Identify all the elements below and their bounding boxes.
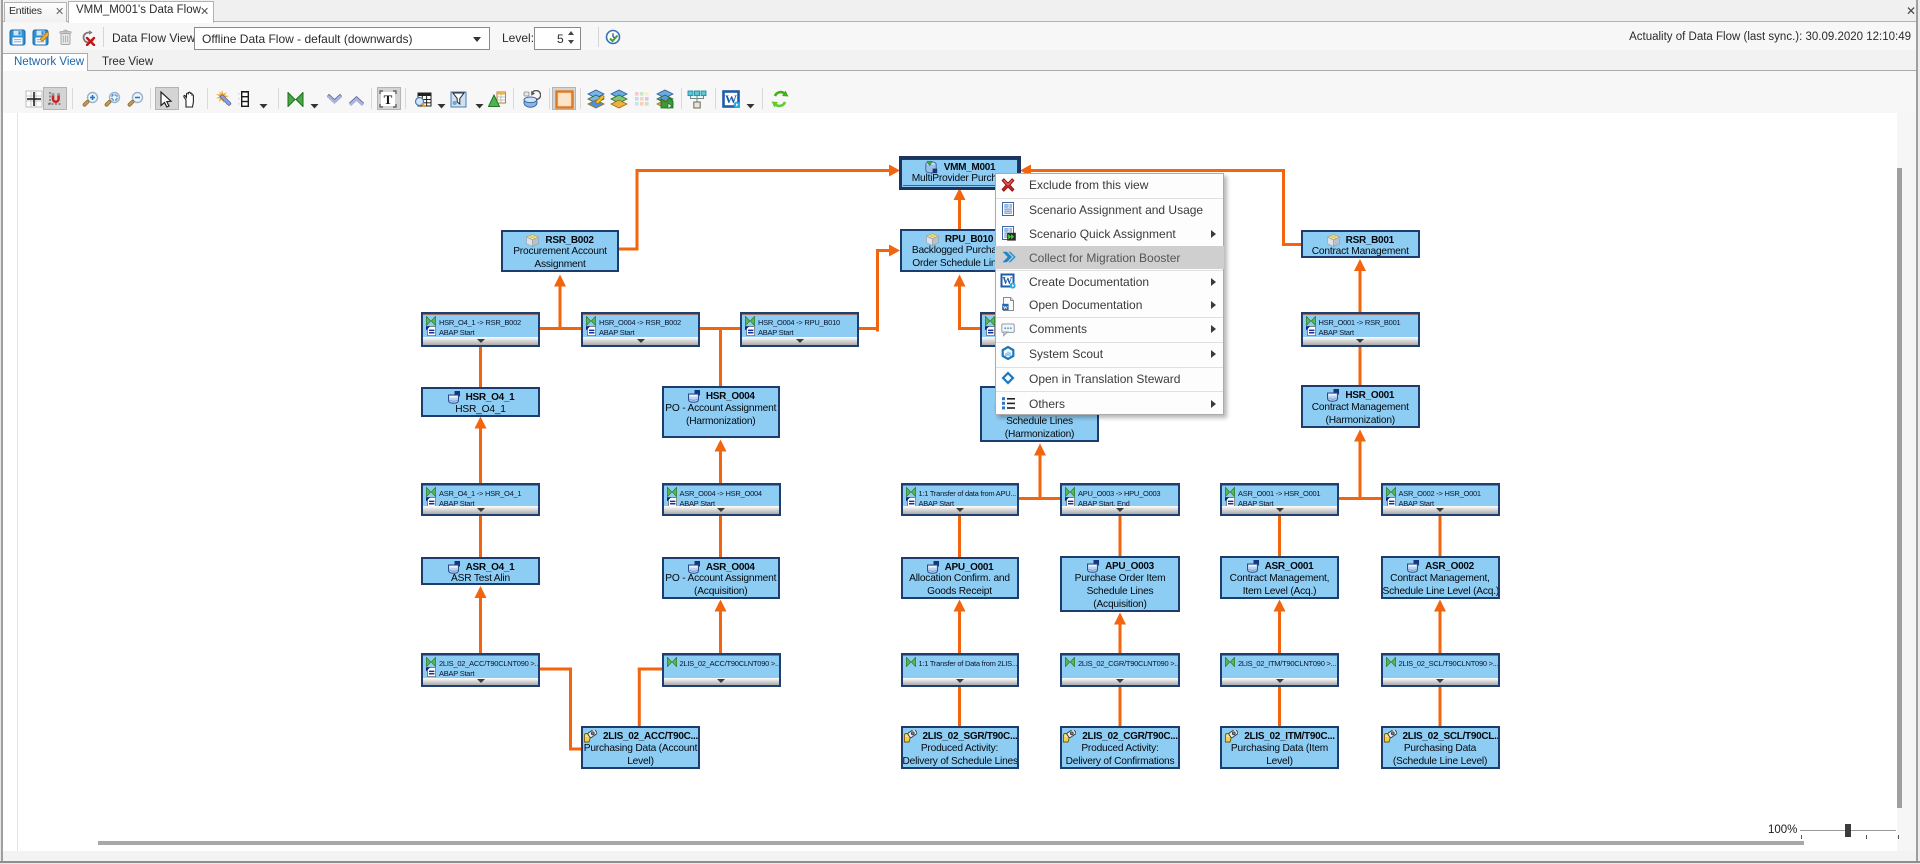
- svg-text:w: w: [1003, 304, 1008, 311]
- svg-text:T: T: [384, 92, 393, 107]
